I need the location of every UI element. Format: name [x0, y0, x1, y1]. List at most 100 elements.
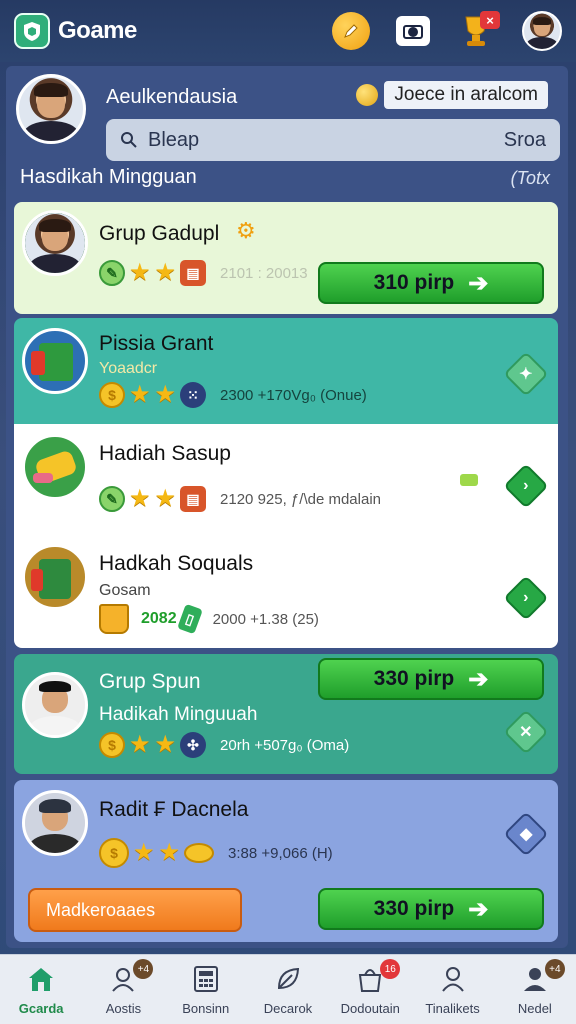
more-button-label: Madkeroaaes: [46, 899, 156, 920]
card-meta: $ ★ ★ 3:88 +9,066 (H): [99, 838, 333, 868]
section-title: Hasdikah Mingguan: [20, 166, 197, 188]
coin-pill[interactable]: Joece in aralcom: [350, 80, 556, 110]
leaf-icon: ✎: [99, 486, 125, 512]
star-icon: ★: [129, 381, 151, 408]
search-input[interactable]: Bleap Sroa: [106, 119, 560, 161]
card-meta: 2082 ▯ 2000 +1.38 (25): [99, 603, 319, 635]
card-meta: $ ★ ★ ⁙ 2300 +170Vg₀ (Onue): [99, 382, 367, 408]
reward-card[interactable]: Grup Gadupl ⚙ ✎ ★ ★ ▤ 2101 : 20013 310 p…: [14, 202, 558, 314]
tab-label: Nedel: [517, 1001, 552, 1016]
more-button[interactable]: Madkeroaaes: [28, 888, 242, 932]
card-meta: ✎ ★ ★ ▤ 2101 : 20013: [99, 260, 308, 286]
star-icon: ★: [154, 485, 177, 512]
tab-label: Tinalikets: [425, 1001, 480, 1016]
chevron-right-icon[interactable]: ›: [503, 575, 549, 621]
star-icon: ★: [129, 731, 151, 758]
claim-button[interactable]: 330 pirp ➔: [318, 888, 544, 930]
tab-profile[interactable]: +4 Aostis: [82, 955, 164, 1024]
badge-icon[interactable]: ✦: [503, 351, 549, 397]
star-icon: ★: [158, 839, 181, 866]
card-avatar: [22, 434, 88, 500]
coin-icon: $: [99, 732, 125, 758]
card-meta-text: 20rh +507g₀ (Oma): [220, 736, 350, 754]
star-icon: ★: [154, 259, 177, 286]
card-meta-green: 2082: [141, 610, 177, 627]
ticket-icon: ▯: [176, 603, 203, 635]
bottom-tab-bar: Gcarda +4 Aostis Bonsinn Decarok 16 Dodo…: [0, 954, 576, 1024]
star-icon: ★: [133, 839, 155, 866]
claim-button[interactable]: 330 pirp ➔: [318, 658, 544, 700]
card-title: Hadiah Sasup: [99, 442, 231, 465]
reward-card[interactable]: Radit ₣ Dacnela $ ★ ★ 3:88 +9,066 (H) ◆ …: [14, 780, 558, 942]
badge-icon[interactable]: ◆: [503, 811, 549, 857]
app-title: Goame: [58, 17, 137, 44]
card-title: Radit ₣ Dacnela: [99, 798, 249, 821]
dice-icon: ✣: [180, 732, 207, 758]
chevron-right-icon[interactable]: ›: [503, 463, 549, 509]
tab-badge: +4: [544, 959, 565, 979]
claim-button-label: 310 pirp: [373, 271, 455, 294]
search-right-label: Sroa: [503, 128, 546, 151]
coin-icon: $: [99, 838, 129, 868]
leaf-icon: [272, 963, 304, 995]
gear-icon: ⚙: [236, 218, 256, 243]
star-icon: ★: [154, 731, 177, 758]
card-meta-text: 3:88 +9,066 (H): [228, 844, 333, 862]
star-icon: ★: [129, 485, 151, 512]
user-avatar[interactable]: [522, 11, 562, 51]
users-icon: [437, 963, 469, 995]
profile-avatar[interactable]: [16, 74, 86, 144]
status-dot: [460, 474, 478, 486]
reward-card[interactable]: Grup Spun Hadikah Minguuah $ ★ ★ ✣ 20rh …: [14, 654, 558, 774]
tab-label: Gcarda: [18, 1001, 64, 1016]
bucket-icon: [99, 604, 129, 634]
tab-notifications[interactable]: 16 Dodoutain: [329, 955, 411, 1024]
reward-list: Hadiah Sasup ✎ ★ ★ ▤ 2120 925, ƒ/\de mda…: [14, 424, 558, 648]
coin-label: Joece in aralcom: [384, 81, 548, 109]
badge-icon[interactable]: ✕: [503, 709, 549, 755]
edit-icon[interactable]: [332, 12, 370, 50]
reward-card[interactable]: Hadkah Soquals Gosam 2082 ▯ 2000 +1.38 (…: [14, 536, 558, 648]
coin-stack-icon: [184, 843, 215, 863]
tab-label: Bonsinn: [182, 1001, 230, 1016]
star-icon: ★: [154, 381, 177, 408]
card-meta-text: 2300 +170Vg₀ (Onue): [220, 386, 367, 404]
tab-account[interactable]: +4 Nedel: [494, 955, 576, 1024]
card-avatar: [22, 328, 88, 394]
leaf-icon: ✎: [99, 260, 125, 286]
top-bar: Goame ×: [0, 0, 576, 62]
app-logo-icon: [14, 13, 50, 49]
tab-calculator[interactable]: Bonsinn: [165, 955, 247, 1024]
coin-icon: $: [99, 382, 125, 408]
trophy-icon[interactable]: ×: [456, 11, 500, 51]
ticket-icon: ▤: [180, 260, 207, 286]
claim-button-label: 330 pirp: [373, 897, 455, 920]
profile-name: Aeulkendausia: [106, 86, 238, 108]
tab-label: Dodoutain: [340, 1001, 400, 1016]
card-avatar: [22, 210, 88, 276]
claim-button[interactable]: 310 pirp ➔: [318, 262, 544, 304]
tab-label: Decarok: [263, 1001, 313, 1016]
card-title: Grup Spun: [99, 670, 201, 693]
card-subtitle: Hadikah Minguuah: [99, 704, 258, 725]
dice-icon: ⁙: [180, 382, 207, 408]
card-subtitle: Gosam: [99, 582, 151, 599]
tab-home[interactable]: Gcarda: [0, 955, 82, 1024]
card-title: Grup Gadupl: [99, 222, 220, 245]
calculator-icon: [190, 963, 222, 995]
card-meta-text: 2000 +1.38 (25): [212, 610, 319, 628]
search-placeholder: Bleap: [148, 128, 200, 151]
search-icon: [121, 132, 137, 148]
tab-leaf[interactable]: Decarok: [247, 955, 329, 1024]
tab-friends[interactable]: Tinalikets: [411, 955, 493, 1024]
home-icon: [25, 963, 57, 995]
tab-badge: 16: [380, 959, 401, 979]
card-meta: $ ★ ★ ✣ 20rh +507g₀ (Oma): [99, 732, 349, 758]
star-icon: ★: [129, 259, 151, 286]
camera-icon[interactable]: [396, 16, 430, 46]
tab-label: Aostis: [105, 1001, 142, 1016]
reward-card[interactable]: Hadiah Sasup ✎ ★ ★ ▤ 2120 925, ƒ/\de mda…: [14, 424, 558, 536]
main-panel: Aeulkendausia Joece in aralcom Bleap Sro…: [6, 66, 568, 948]
arrow-right-icon: ➔: [468, 895, 489, 923]
reward-card[interactable]: Pissia Grant Yoaadcr $ ★ ★ ⁙ 2300 +170Vg…: [14, 318, 558, 424]
